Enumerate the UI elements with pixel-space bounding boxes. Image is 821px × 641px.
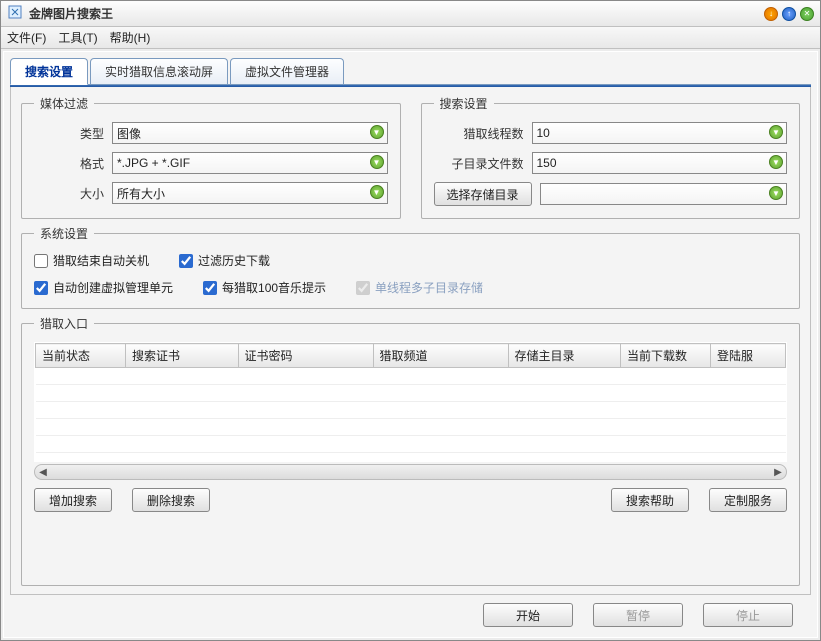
horizontal-scrollbar[interactable]: ◀ ▶ bbox=[34, 464, 787, 480]
size-combo[interactable]: ▼ bbox=[112, 182, 388, 204]
format-combo[interactable]: ▼ bbox=[112, 152, 388, 174]
system-buttons: ↓ ↑ ✕ bbox=[764, 7, 814, 21]
tab-virtual-file-manager[interactable]: 虚拟文件管理器 bbox=[230, 58, 344, 85]
table-row bbox=[36, 402, 786, 419]
auto-create-unit-checkbox[interactable] bbox=[34, 281, 48, 295]
client-area: 搜索设置 实时猎取信息滚动屏 虚拟文件管理器 媒体过滤 类型 ▼ bbox=[3, 51, 818, 638]
chevron-down-icon[interactable]: ▼ bbox=[370, 185, 384, 199]
table-row bbox=[36, 436, 786, 453]
chevron-down-icon[interactable]: ▼ bbox=[769, 186, 783, 200]
subdir-files-combo[interactable]: ▼ bbox=[532, 152, 788, 174]
app-window: 金牌图片搜索王 ↓ ↑ ✕ 文件(F) 工具(T) 帮助(H) 搜索设置 实时猎… bbox=[0, 0, 821, 641]
col-store-dir[interactable]: 存储主目录 bbox=[508, 344, 621, 368]
chevron-down-icon[interactable]: ▼ bbox=[769, 155, 783, 169]
auto-create-unit-check[interactable]: 自动创建虚拟管理单元 bbox=[34, 279, 173, 296]
col-login[interactable]: 登陆服 bbox=[711, 344, 786, 368]
col-cert[interactable]: 搜索证书 bbox=[126, 344, 239, 368]
filter-history-check[interactable]: 过滤历史下载 bbox=[179, 252, 270, 269]
type-label: 类型 bbox=[34, 125, 104, 142]
music-tip-check[interactable]: 每猎取100音乐提示 bbox=[203, 279, 326, 296]
size-label: 大小 bbox=[34, 185, 104, 202]
tab-search-settings[interactable]: 搜索设置 bbox=[10, 58, 88, 85]
custom-service-button[interactable]: 定制服务 bbox=[709, 488, 787, 512]
system-settings-legend: 系统设置 bbox=[34, 225, 94, 242]
pause-button[interactable]: 暂停 bbox=[593, 603, 683, 627]
delete-search-button[interactable]: 删除搜索 bbox=[132, 488, 210, 512]
menu-tools[interactable]: 工具(T) bbox=[58, 29, 97, 46]
chevron-down-icon[interactable]: ▼ bbox=[370, 125, 384, 139]
menubar: 文件(F) 工具(T) 帮助(H) bbox=[1, 27, 820, 49]
format-label: 格式 bbox=[34, 155, 104, 172]
scroll-right-icon[interactable]: ▶ bbox=[770, 465, 786, 479]
auto-shutdown-checkbox[interactable] bbox=[34, 254, 48, 268]
storage-dir-input[interactable] bbox=[540, 183, 788, 205]
entry-table-wrap[interactable]: 当前状态 搜索证书 证书密码 猎取频道 存储主目录 当前下载数 登陆服 bbox=[34, 342, 787, 462]
size-input[interactable] bbox=[112, 182, 388, 204]
window-title: 金牌图片搜索王 bbox=[29, 5, 764, 22]
storage-dir-combo[interactable]: ▼ bbox=[540, 183, 788, 205]
entry-list-group: 猎取入口 当前状态 搜索证书 证书密码 猎取频道 存储主目录 当前下载数 登陆服 bbox=[21, 315, 800, 586]
entry-list-legend: 猎取入口 bbox=[34, 315, 94, 332]
subdir-files-input[interactable] bbox=[532, 152, 788, 174]
app-icon bbox=[7, 4, 23, 23]
col-channel[interactable]: 猎取频道 bbox=[373, 344, 508, 368]
single-thread-checkbox bbox=[356, 281, 370, 295]
col-download-count[interactable]: 当前下载数 bbox=[621, 344, 711, 368]
footer-buttons: 开始 暂停 停止 bbox=[10, 595, 811, 631]
search-settings-group: 搜索设置 猎取线程数 ▼ 子目录文件数 ▼ bbox=[421, 95, 801, 219]
stop-button[interactable]: 停止 bbox=[703, 603, 793, 627]
add-search-button[interactable]: 增加搜索 bbox=[34, 488, 112, 512]
chevron-down-icon[interactable]: ▼ bbox=[769, 125, 783, 139]
tabs: 搜索设置 实时猎取信息滚动屏 虚拟文件管理器 bbox=[10, 58, 811, 85]
threads-input[interactable] bbox=[532, 122, 788, 144]
col-cert-pass[interactable]: 证书密码 bbox=[238, 344, 373, 368]
system-settings-group: 系统设置 猎取结束自动关机 过滤历史下载 自动创建虚拟管理单元 bbox=[21, 225, 800, 309]
col-status[interactable]: 当前状态 bbox=[36, 344, 126, 368]
scroll-left-icon[interactable]: ◀ bbox=[35, 465, 51, 479]
auto-shutdown-check[interactable]: 猎取结束自动关机 bbox=[34, 252, 149, 269]
music-tip-checkbox[interactable] bbox=[203, 281, 217, 295]
start-button[interactable]: 开始 bbox=[483, 603, 573, 627]
search-help-button[interactable]: 搜索帮助 bbox=[611, 488, 689, 512]
media-filter-group: 媒体过滤 类型 ▼ 格式 ▼ bbox=[21, 95, 401, 219]
format-input[interactable] bbox=[112, 152, 388, 174]
chevron-down-icon[interactable]: ▼ bbox=[370, 155, 384, 169]
menu-file[interactable]: 文件(F) bbox=[7, 29, 46, 46]
tab-separator bbox=[10, 84, 811, 87]
minimize-button[interactable]: ↓ bbox=[764, 7, 778, 21]
table-row bbox=[36, 368, 786, 385]
subdir-files-label: 子目录文件数 bbox=[434, 155, 524, 172]
titlebar: 金牌图片搜索王 ↓ ↑ ✕ bbox=[1, 1, 820, 27]
tab-body: 媒体过滤 类型 ▼ 格式 ▼ bbox=[10, 87, 811, 595]
type-input[interactable] bbox=[112, 122, 388, 144]
tab-realtime-log[interactable]: 实时猎取信息滚动屏 bbox=[90, 58, 228, 85]
type-combo[interactable]: ▼ bbox=[112, 122, 388, 144]
entry-table: 当前状态 搜索证书 证书密码 猎取频道 存储主目录 当前下载数 登陆服 bbox=[35, 343, 786, 453]
choose-dir-button[interactable]: 选择存储目录 bbox=[434, 182, 532, 206]
table-row bbox=[36, 419, 786, 436]
media-filter-legend: 媒体过滤 bbox=[34, 95, 94, 112]
single-thread-check: 单线程多子目录存储 bbox=[356, 279, 483, 296]
table-row bbox=[36, 385, 786, 402]
threads-label: 猎取线程数 bbox=[434, 125, 524, 142]
close-button[interactable]: ✕ bbox=[800, 7, 814, 21]
threads-combo[interactable]: ▼ bbox=[532, 122, 788, 144]
menu-help[interactable]: 帮助(H) bbox=[110, 29, 151, 46]
filter-history-checkbox[interactable] bbox=[179, 254, 193, 268]
maximize-button[interactable]: ↑ bbox=[782, 7, 796, 21]
search-settings-legend: 搜索设置 bbox=[434, 95, 494, 112]
